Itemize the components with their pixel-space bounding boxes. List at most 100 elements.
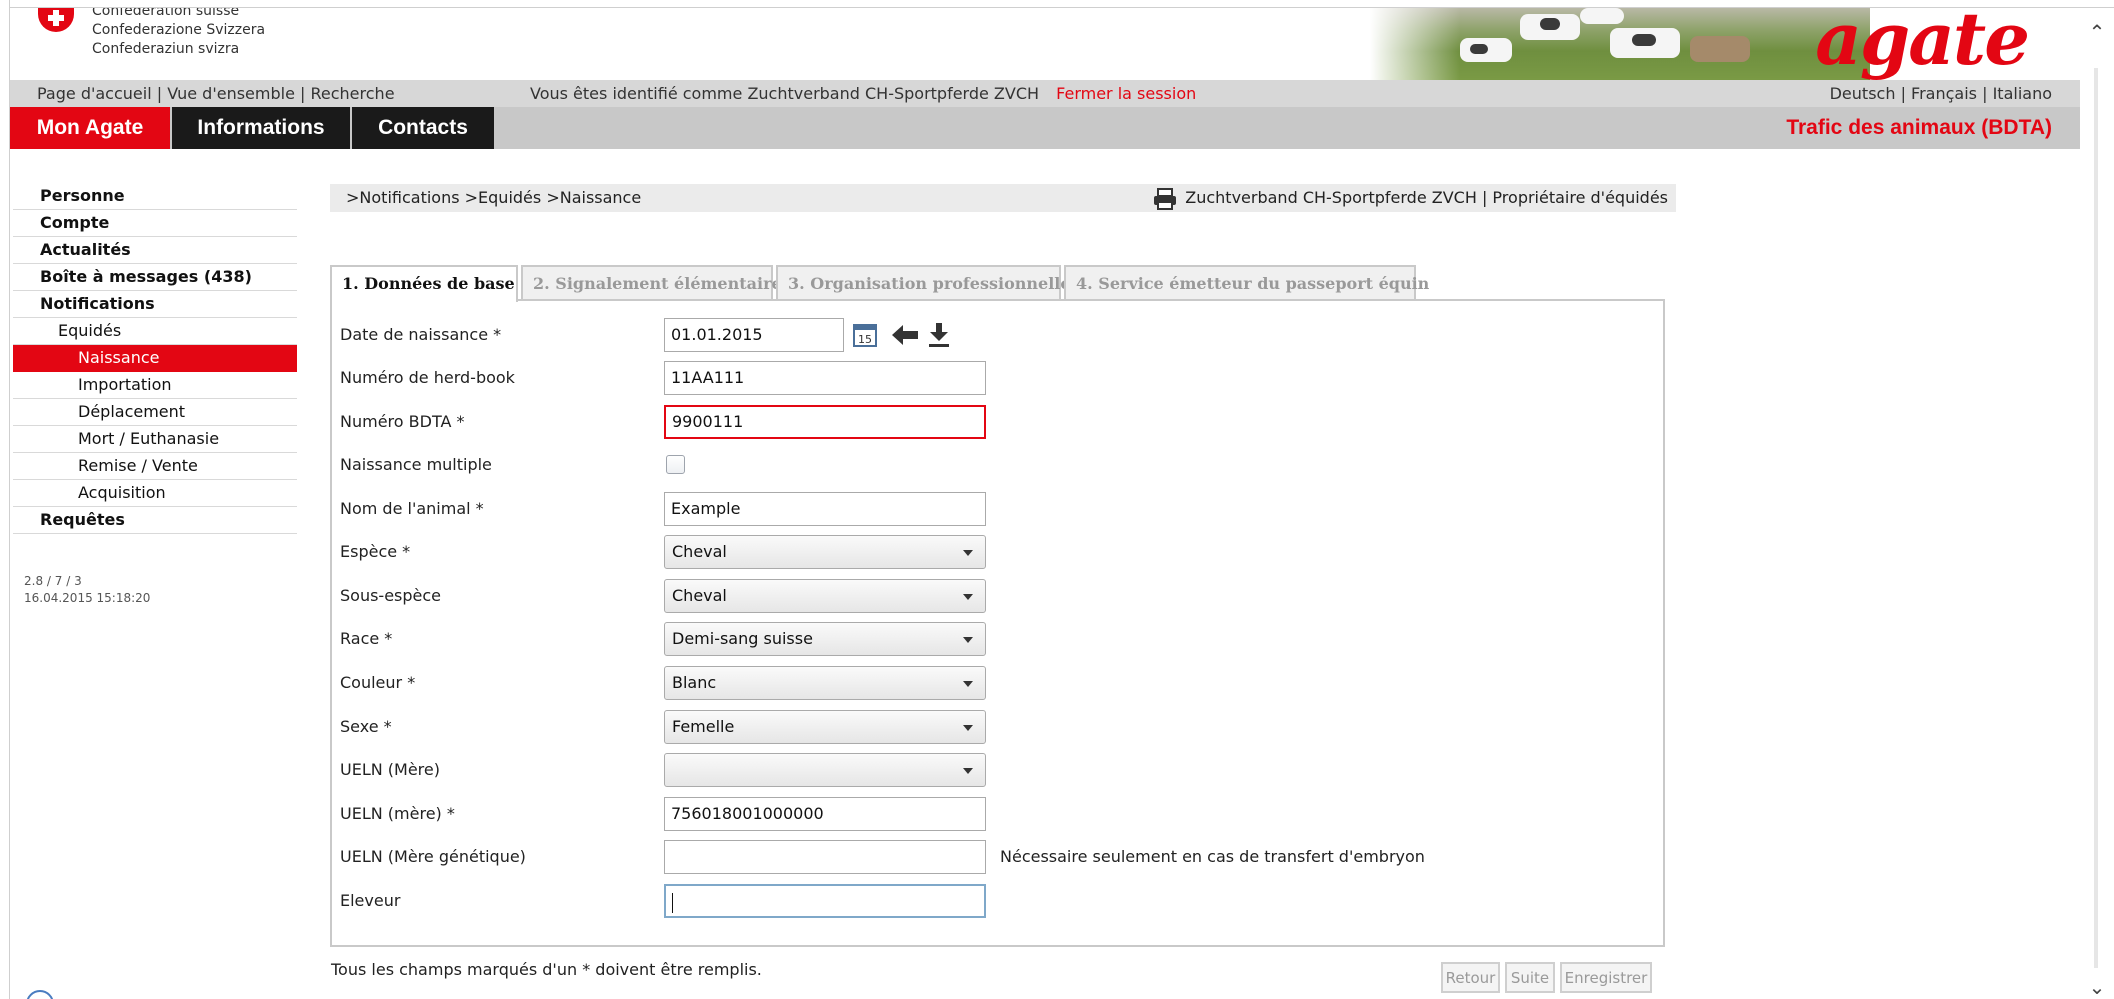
breeder-label: Eleveur xyxy=(340,891,401,910)
herdbook-input[interactable]: 11AA111 xyxy=(664,361,986,395)
sidebar-menu: Personne Compte Actualités Boîte à messa… xyxy=(13,183,297,534)
birth-date-label: Date de naissance * xyxy=(340,325,502,344)
chevron-down-icon xyxy=(963,594,973,600)
bdta-input[interactable]: 9900111 xyxy=(664,405,986,439)
sidebar-item-deplacement[interactable]: Déplacement xyxy=(13,399,297,426)
next-button[interactable]: Suite xyxy=(1505,962,1555,993)
animal-name-input[interactable]: Example xyxy=(664,492,986,526)
sidebar-item-actualites[interactable]: Actualités xyxy=(13,237,297,264)
sex-label: Sexe * xyxy=(340,717,392,736)
sidebar-item-compte[interactable]: Compte xyxy=(13,210,297,237)
main-nav: Mon Agate Informations Contacts Trafic d… xyxy=(10,107,2080,149)
cow-image xyxy=(1540,18,1560,30)
scroll-track[interactable] xyxy=(2094,68,2098,968)
subspecies-label: Sous-espèce xyxy=(340,586,442,605)
version-info: 2.8 / 7 / 3 16.04.2015 15:18:20 xyxy=(24,573,150,607)
search-link[interactable]: Recherche xyxy=(311,84,395,103)
color-value: Blanc xyxy=(672,673,717,692)
subspecies-value: Cheval xyxy=(672,586,727,605)
sidebar-item-naissance[interactable]: Naissance xyxy=(13,345,297,372)
help-icon[interactable] xyxy=(26,990,54,999)
animal-name-label: Nom de l'animal * xyxy=(340,499,484,518)
lang-fr-link[interactable]: Français xyxy=(1911,84,1977,103)
calendar-icon[interactable]: 15 xyxy=(852,322,878,348)
sidebar-item-notifications[interactable]: Notifications xyxy=(13,291,297,318)
page-scrollbar[interactable]: ⌃ ⌄ xyxy=(2080,8,2114,999)
ueln-genetic-label: UELN (Mère génétique) xyxy=(340,847,526,866)
arrow-left-icon[interactable] xyxy=(892,325,918,345)
ueln-genetic-input[interactable] xyxy=(664,840,986,874)
user-role: Zuchtverband CH-Sportpferde ZVCH | Propr… xyxy=(1185,188,1668,207)
text-caret xyxy=(672,892,673,913)
sidebar-item-importation[interactable]: Importation xyxy=(13,372,297,399)
scroll-up-icon[interactable]: ⌃ xyxy=(2086,20,2108,44)
sidebar-item-remise[interactable]: Remise / Vente xyxy=(13,453,297,480)
back-button[interactable]: Retour xyxy=(1441,962,1500,993)
confederation-it: Confederazione Svizzera xyxy=(92,22,266,38)
ueln-mother-input[interactable]: 756018001000000 xyxy=(664,797,986,831)
lang-it-link[interactable]: Italiano xyxy=(1993,84,2052,103)
form-panel: Date de naissance * 01.01.2015 15 Numéro… xyxy=(330,299,1665,947)
chevron-down-icon xyxy=(963,725,973,731)
save-button[interactable]: Enregistrer xyxy=(1560,962,1652,993)
separator: | xyxy=(1982,84,1988,103)
ueln-genetic-row: UELN (Mère génétique) Nécessaire seuleme… xyxy=(332,840,1663,874)
tab-donnees-de-base[interactable]: 1. Données de base xyxy=(330,265,518,302)
nav-mon-agate[interactable]: Mon Agate xyxy=(10,107,170,149)
sidebar-item-personne[interactable]: Personne xyxy=(13,183,297,210)
logout-link[interactable]: Fermer la session xyxy=(1056,84,1196,103)
ueln-mother-select[interactable] xyxy=(664,753,986,787)
tab-signalement[interactable]: 2. Signalement élémentaire xyxy=(521,265,782,300)
scroll-down-icon[interactable]: ⌄ xyxy=(2086,975,2108,999)
lang-de-link[interactable]: Deutsch xyxy=(1830,84,1896,103)
site-header: Confédération suisse Confederazione Sviz… xyxy=(10,8,2080,80)
window-frame-top xyxy=(0,0,2114,8)
color-select[interactable]: Blanc xyxy=(664,666,986,700)
chevron-down-icon xyxy=(963,550,973,556)
breadcrumb[interactable]: >Notifications >Equidés >Naissance xyxy=(346,184,641,212)
birth-date-row: Date de naissance * 01.01.2015 15 xyxy=(332,318,1663,352)
cow-image xyxy=(1632,34,1656,46)
subspecies-select[interactable]: Cheval xyxy=(664,579,986,613)
ueln-mother-select-label: UELN (Mère) xyxy=(340,760,440,779)
sidebar-item-requetes[interactable]: Requêtes xyxy=(13,507,297,534)
multiple-birth-checkbox[interactable] xyxy=(666,455,685,474)
pasture-cows-banner xyxy=(1370,8,1870,80)
sidebar-item-mort[interactable]: Mort / Euthanasie xyxy=(13,426,297,453)
sidebar-item-messages[interactable]: Boîte à messages (438) xyxy=(13,264,297,291)
cow-image xyxy=(1690,36,1750,62)
version-timestamp: 16.04.2015 15:18:20 xyxy=(24,591,151,605)
sidebar-item-equides[interactable]: Equidés xyxy=(13,318,297,345)
herdbook-row: Numéro de herd-book 11AA111 xyxy=(332,361,1663,395)
species-row: Espèce * Cheval xyxy=(332,535,1663,569)
birth-date-input[interactable]: 01.01.2015 xyxy=(664,318,844,352)
overview-link[interactable]: Vue d'ensemble xyxy=(167,84,295,103)
agate-logo[interactable]: agate xyxy=(1815,8,2030,80)
language-switcher: Deutsch | Français | Italiano xyxy=(1830,80,2052,107)
breed-select[interactable]: Demi-sang suisse xyxy=(664,622,986,656)
confederation-rm: Confederaziun svizra xyxy=(92,41,240,57)
utility-bar: Page d'accueil | Vue d'ensemble | Recher… xyxy=(10,80,2080,107)
svg-text:15: 15 xyxy=(858,333,872,346)
bdta-label: Numéro BDTA * xyxy=(340,412,465,431)
chevron-down-icon xyxy=(963,637,973,643)
breeder-input[interactable] xyxy=(664,884,986,918)
sidebar-item-acquisition[interactable]: Acquisition xyxy=(13,480,297,507)
sex-value: Femelle xyxy=(672,717,735,736)
breadcrumb-bar: >Notifications >Equidés >Naissance Zucht… xyxy=(330,184,1676,212)
download-icon[interactable] xyxy=(928,322,950,348)
nav-contacts[interactable]: Contacts xyxy=(350,107,494,149)
tab-service-emetteur[interactable]: 4. Service émetteur du passeport équin xyxy=(1064,265,1429,300)
tab-organisation[interactable]: 3. Organisation professionnelle xyxy=(776,265,1071,300)
home-link[interactable]: Page d'accueil xyxy=(37,84,152,103)
sex-select[interactable]: Femelle xyxy=(664,710,986,744)
identity-info: Vous êtes identifié comme Zuchtverband C… xyxy=(530,80,1196,107)
required-fields-note: Tous les champs marqués d'un * doivent ê… xyxy=(331,960,762,979)
print-icon[interactable] xyxy=(1152,188,1178,210)
breeder-row: Eleveur xyxy=(332,884,1663,918)
species-label: Espèce * xyxy=(340,542,411,561)
species-select[interactable]: Cheval xyxy=(664,535,986,569)
nav-informations[interactable]: Informations xyxy=(170,107,350,149)
sex-row: Sexe * Femelle xyxy=(332,710,1663,744)
ueln-mother-select-row: UELN (Mère) xyxy=(332,753,1663,787)
